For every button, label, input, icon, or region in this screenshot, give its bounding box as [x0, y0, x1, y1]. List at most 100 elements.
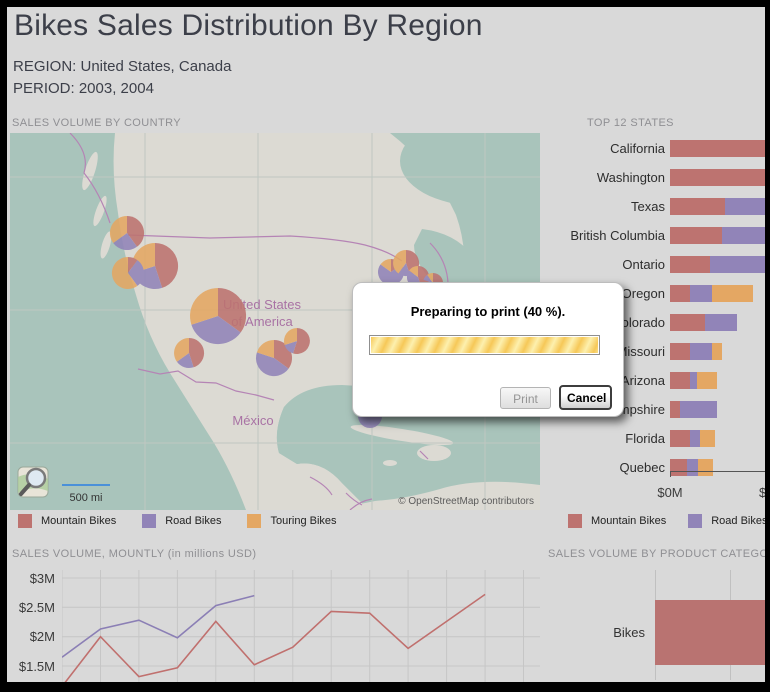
- bar-segment-touring-bikes[interactable]: [712, 343, 722, 360]
- product-bar-bikes[interactable]: [655, 600, 765, 665]
- ytick-2-5m: $2.5M: [18, 600, 55, 615]
- state-row: British Columbia: [547, 227, 765, 244]
- legend-label: Touring Bikes: [270, 515, 337, 527]
- bar-segment-mountain-bikes[interactable]: [670, 401, 680, 418]
- top-states-axis-zero-label: $0M: [657, 485, 683, 500]
- bar-segment-mountain-bikes[interactable]: [670, 430, 690, 447]
- product-category-label: Bikes: [613, 625, 645, 640]
- top-states-panel-title: TOP 12 STATES: [587, 117, 674, 129]
- cancel-button[interactable]: Cancel: [559, 385, 612, 410]
- map-label-mexico: México: [232, 413, 273, 428]
- state-label: Washington: [596, 170, 665, 185]
- page-title: Bikes Sales Distribution By Region: [14, 9, 483, 42]
- state-stacked-bar: [670, 285, 753, 302]
- legend-item-road[interactable]: Road Bikes: [142, 514, 221, 528]
- legend-label: Mountain Bikes: [41, 515, 117, 527]
- legend-item-mountain[interactable]: Mountain Bikes: [18, 514, 116, 528]
- bar-segment-road-bikes[interactable]: [705, 314, 737, 331]
- period-subtitle: PERIOD: 2003, 2004: [13, 80, 154, 97]
- state-stacked-bar: [670, 372, 717, 389]
- bar-segment-mountain-bikes[interactable]: [670, 314, 705, 331]
- top-states-legend: Mountain Bikes Road Bikes: [568, 513, 765, 529]
- bar-segment-mountain-bikes[interactable]: [670, 227, 722, 244]
- osm-logo-icon[interactable]: [17, 466, 49, 498]
- state-stacked-bar: [670, 459, 713, 476]
- state-stacked-bar: [670, 430, 715, 447]
- monthly-line-chart: [62, 570, 540, 682]
- bar-segment-mountain-bikes[interactable]: [670, 372, 690, 389]
- bar-segment-road-bikes[interactable]: [690, 372, 697, 389]
- bar-segment-touring-bikes[interactable]: [698, 459, 713, 476]
- mountain-bikes-swatch-icon: [18, 514, 32, 528]
- state-row: Ontario: [547, 256, 765, 273]
- touring-bikes-swatch-icon: [247, 514, 262, 528]
- mountain-bikes-swatch-icon: [568, 514, 582, 528]
- bar-segment-mountain-bikes[interactable]: [670, 459, 687, 476]
- road-bikes-swatch-icon: [142, 514, 157, 528]
- dialog-message: Preparing to print (40 %).: [410, 304, 566, 319]
- print-button[interactable]: Print: [500, 387, 551, 409]
- bar-segment-road-bikes[interactable]: [690, 430, 700, 447]
- bar-segment-road-bikes[interactable]: [687, 459, 698, 476]
- state-stacked-bar: [670, 169, 765, 186]
- state-stacked-bar: [670, 256, 765, 273]
- state-row: Quebec: [547, 459, 765, 476]
- bar-segment-mountain-bikes[interactable]: [670, 343, 690, 360]
- top-states-axis-tick: [670, 471, 671, 477]
- state-label: Quebec: [619, 460, 665, 475]
- map-scale-label: 500 mi: [69, 492, 102, 504]
- state-label: Florida: [625, 431, 665, 446]
- print-progress-dialog: Preparing to print (40 %). Print Cancel: [352, 282, 624, 417]
- monthly-panel-title: SALES VOLUME, MOUNTLY (in millions USD): [12, 548, 257, 560]
- map-panel-title: SALES VOLUME BY COUNTRY: [12, 117, 181, 129]
- state-row: Florida: [547, 430, 765, 447]
- top-states-axis-partial-label: $: [759, 485, 767, 500]
- bar-segment-road-bikes[interactable]: [690, 285, 712, 302]
- top-states-axis: [670, 471, 765, 472]
- legend-item-touring[interactable]: Touring Bikes: [247, 514, 337, 528]
- road-bikes-swatch-icon: [688, 514, 703, 528]
- ytick-2m: $2M: [29, 629, 55, 644]
- bar-segment-road-bikes[interactable]: [680, 401, 717, 418]
- bar-segment-touring-bikes[interactable]: [712, 285, 753, 302]
- state-label: Texas: [631, 199, 665, 214]
- state-label: Ontario: [622, 257, 665, 272]
- legend-label: Road Bikes: [165, 515, 222, 527]
- print-progress-fill: [371, 337, 598, 353]
- bar-segment-road-bikes[interactable]: [690, 343, 712, 360]
- product-panel-title: SALES VOLUME BY PRODUCT CATEGORY: [548, 548, 765, 560]
- bar-segment-touring-bikes[interactable]: [697, 372, 717, 389]
- state-stacked-bar: [670, 198, 765, 215]
- ytick-3m: $3M: [29, 571, 55, 586]
- region-subtitle: REGION: United States, Canada: [13, 58, 232, 75]
- state-stacked-bar: [670, 227, 765, 244]
- map-legend: Mountain Bikes Road Bikes Touring Bikes: [18, 513, 363, 529]
- bar-segment-mountain-bikes[interactable]: [670, 169, 765, 186]
- dashboard-frame: Bikes Sales Distribution By Region REGIO…: [0, 0, 770, 692]
- state-stacked-bar: [670, 401, 717, 418]
- state-row: Texas: [547, 198, 765, 215]
- state-row: California: [547, 140, 765, 157]
- state-stacked-bar: [670, 314, 737, 331]
- print-progress-bar: [369, 335, 600, 355]
- legend-label: Road Bikes: [711, 515, 765, 527]
- legend-item-road[interactable]: Road Bikes: [688, 514, 765, 528]
- bar-segment-mountain-bikes[interactable]: [670, 285, 690, 302]
- bar-segment-road-bikes[interactable]: [722, 227, 765, 244]
- state-label: California: [610, 141, 665, 156]
- state-stacked-bar: [670, 140, 765, 157]
- legend-label: Mountain Bikes: [591, 515, 667, 527]
- map-jamaica: [383, 460, 397, 466]
- state-label: British Columbia: [570, 228, 665, 243]
- ytick-1-5m: $1.5M: [18, 659, 55, 674]
- bar-segment-touring-bikes[interactable]: [700, 430, 715, 447]
- bar-segment-mountain-bikes[interactable]: [670, 140, 765, 157]
- bar-segment-mountain-bikes[interactable]: [670, 198, 725, 215]
- state-row: Washington: [547, 169, 765, 186]
- bar-segment-road-bikes[interactable]: [725, 198, 765, 215]
- legend-item-mountain[interactable]: Mountain Bikes: [568, 514, 666, 528]
- bar-segment-mountain-bikes[interactable]: [670, 256, 710, 273]
- bar-segment-road-bikes[interactable]: [710, 256, 765, 273]
- state-stacked-bar: [670, 343, 722, 360]
- map-attribution: © OpenStreetMap contributors: [398, 496, 534, 507]
